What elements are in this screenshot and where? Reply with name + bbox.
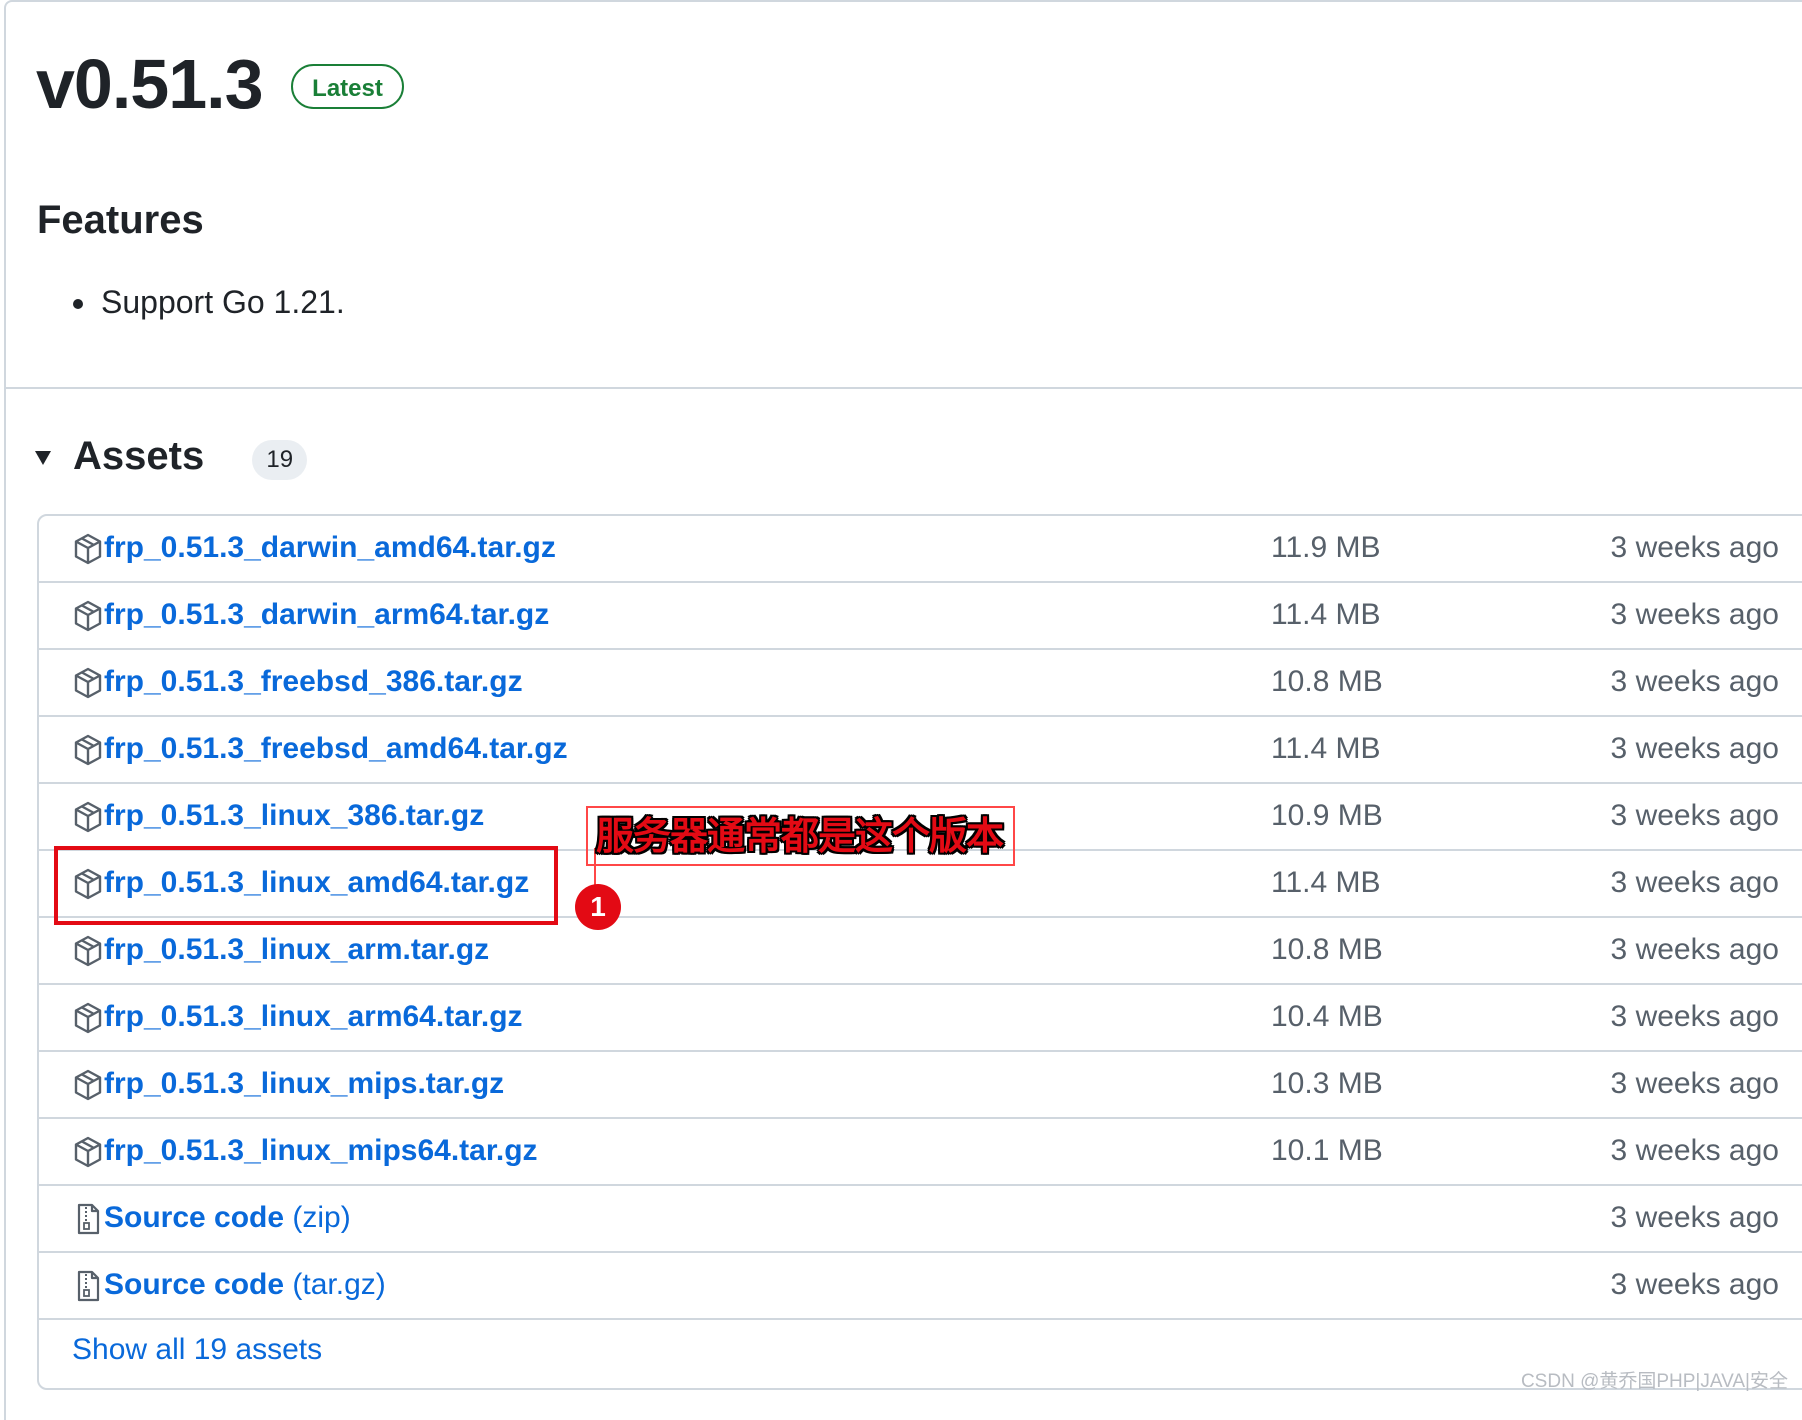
feature-list: Support Go 1.21.	[68, 276, 345, 328]
asset-date: 3 weeks ago	[1610, 1134, 1779, 1167]
assets-header[interactable]: Assets 19	[35, 426, 308, 486]
package-icon	[72, 934, 104, 968]
asset-size: 10.3 MB	[1271, 1067, 1383, 1100]
latest-badge: Latest	[291, 64, 404, 109]
asset-size: 10.4 MB	[1271, 1000, 1383, 1033]
asset-row: frp_0.51.3_darwin_amd64.tar.gz 11.9 MB 3…	[39, 516, 1802, 583]
asset-date: 3 weeks ago	[1610, 1201, 1779, 1234]
asset-size: 11.4 MB	[1271, 732, 1381, 765]
source-row: Source code (zip) 3 weeks ago	[39, 1186, 1802, 1253]
asset-row: frp_0.51.3_linux_arm64.tar.gz 10.4 MB 3 …	[39, 985, 1802, 1052]
source-row: Source code (tar.gz) 3 weeks ago	[39, 1253, 1802, 1320]
annotation-text: 服务器通常都是这个版本	[596, 816, 1004, 858]
asset-size: 10.1 MB	[1271, 1134, 1383, 1167]
asset-row: frp_0.51.3_freebsd_386.tar.gz 10.8 MB 3 …	[39, 650, 1802, 717]
section-divider	[6, 387, 1802, 389]
asset-size: 10.8 MB	[1271, 665, 1383, 698]
asset-date: 3 weeks ago	[1610, 866, 1779, 899]
asset-size: 11.4 MB	[1271, 866, 1381, 899]
asset-row: frp_0.51.3_freebsd_amd64.tar.gz 11.4 MB …	[39, 717, 1802, 784]
asset-row: frp_0.51.3_darwin_arm64.tar.gz 11.4 MB 3…	[39, 583, 1802, 650]
step-marker: 1	[575, 884, 621, 930]
package-icon	[72, 532, 104, 566]
package-icon	[72, 599, 104, 633]
file-zip-icon	[72, 1269, 104, 1303]
asset-date: 3 weeks ago	[1610, 799, 1779, 832]
assets-list: frp_0.51.3_darwin_amd64.tar.gz 11.9 MB 3…	[37, 514, 1802, 1390]
asset-link[interactable]: frp_0.51.3_freebsd_386.tar.gz	[104, 660, 523, 704]
annotation-box: 服务器通常都是这个版本	[586, 806, 1015, 866]
asset-date: 3 weeks ago	[1610, 1268, 1779, 1301]
asset-date: 3 weeks ago	[1610, 665, 1779, 698]
asset-date: 3 weeks ago	[1610, 1000, 1779, 1033]
highlight-box	[54, 846, 558, 925]
asset-date: 3 weeks ago	[1610, 933, 1779, 966]
asset-date: 3 weeks ago	[1610, 598, 1779, 631]
package-icon	[72, 733, 104, 767]
watermark: CSDN @黄乔国PHP|JAVA|安全	[1520, 1371, 1788, 1392]
asset-link[interactable]: frp_0.51.3_linux_mips.tar.gz	[104, 1062, 504, 1106]
asset-link[interactable]: frp_0.51.3_linux_mips64.tar.gz	[104, 1129, 538, 1173]
asset-date: 3 weeks ago	[1610, 531, 1779, 564]
feature-item: Support Go 1.21.	[68, 276, 345, 328]
asset-row: frp_0.51.3_linux_mips64.tar.gz 10.1 MB 3…	[39, 1119, 1802, 1186]
asset-size: 10.9 MB	[1271, 799, 1383, 832]
features-heading: Features	[37, 198, 204, 242]
release-title: v0.51.3	[36, 45, 264, 123]
asset-link[interactable]: frp_0.51.3_darwin_arm64.tar.gz	[104, 593, 549, 637]
asset-size: 10.8 MB	[1271, 933, 1383, 966]
asset-row: frp_0.51.3_linux_mips.tar.gz 10.3 MB 3 w…	[39, 1052, 1802, 1119]
asset-size: 11.4 MB	[1271, 598, 1381, 631]
assets-heading[interactable]: Assets	[73, 432, 204, 480]
asset-row: frp_0.51.3_linux_arm.tar.gz 10.8 MB 3 we…	[39, 918, 1802, 985]
package-icon	[72, 1001, 104, 1035]
package-icon	[72, 1068, 104, 1102]
collapse-triangle-icon[interactable]	[35, 451, 51, 465]
asset-link[interactable]: frp_0.51.3_linux_arm64.tar.gz	[104, 995, 523, 1039]
file-zip-icon	[72, 1202, 104, 1236]
source-code-targz-link[interactable]: Source code (tar.gz)	[104, 1263, 386, 1307]
asset-size: 11.9 MB	[1271, 531, 1381, 564]
asset-link[interactable]: frp_0.51.3_linux_arm.tar.gz	[104, 928, 489, 972]
source-code-zip-link[interactable]: Source code (zip)	[104, 1196, 351, 1240]
package-icon	[72, 666, 104, 700]
asset-link[interactable]: frp_0.51.3_linux_386.tar.gz	[104, 794, 484, 838]
asset-date: 3 weeks ago	[1610, 1067, 1779, 1100]
package-icon	[72, 800, 104, 834]
asset-link[interactable]: frp_0.51.3_freebsd_amd64.tar.gz	[104, 727, 568, 771]
asset-link[interactable]: frp_0.51.3_darwin_amd64.tar.gz	[104, 526, 556, 570]
package-icon	[72, 1135, 104, 1169]
show-all-assets-link[interactable]: Show all 19 assets	[72, 1328, 322, 1372]
asset-date: 3 weeks ago	[1610, 732, 1779, 765]
assets-count-badge: 19	[252, 440, 308, 480]
